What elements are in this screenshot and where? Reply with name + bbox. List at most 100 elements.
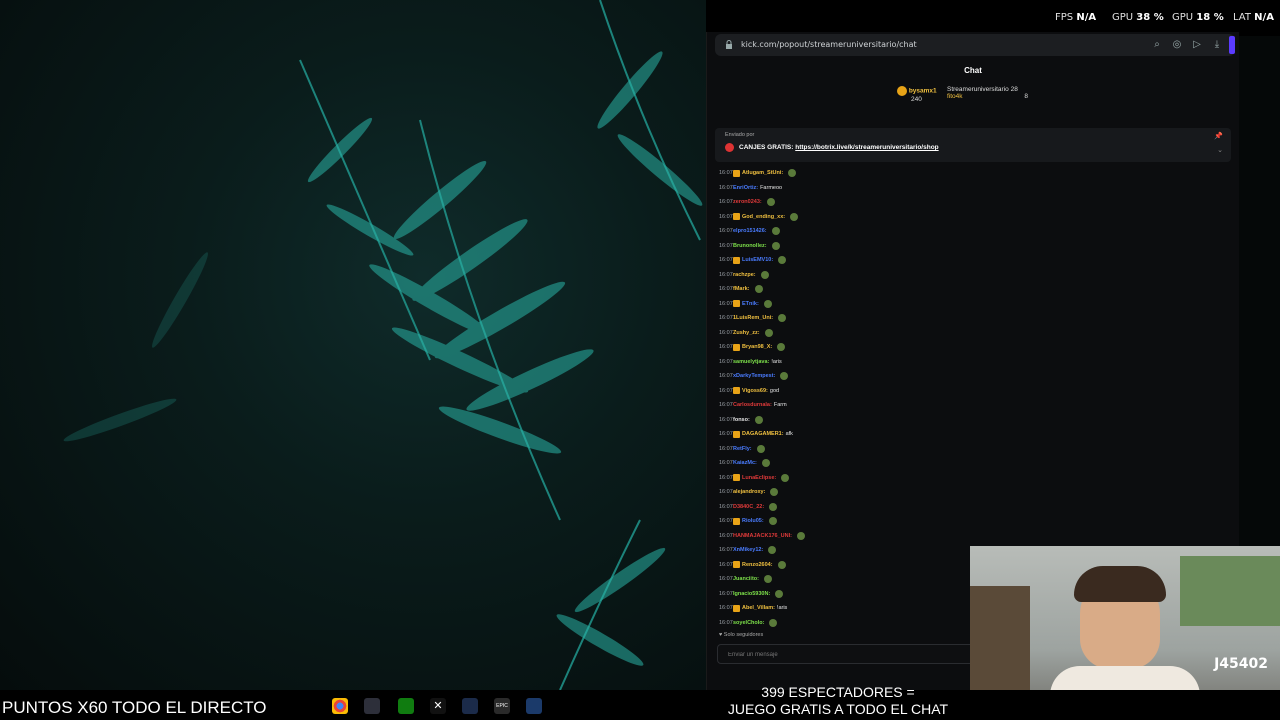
message-username[interactable]: fMark: xyxy=(733,286,750,292)
chevron-down-icon[interactable]: ⌄ xyxy=(1217,146,1223,154)
message-timestamp: 16:07 xyxy=(719,547,733,554)
message-username[interactable]: LunaEclipse: xyxy=(742,475,776,481)
pin-icon[interactable]: 📌 xyxy=(1214,132,1223,140)
message-username[interactable]: Juanciito: xyxy=(733,576,759,582)
message-username[interactable]: DAGAGAMER1: xyxy=(742,431,784,437)
emote-icon xyxy=(763,575,772,584)
message-username[interactable]: KaiazMc: xyxy=(733,460,757,466)
address-bar[interactable]: kick.com/popout/streameruniversitario/ch… xyxy=(715,34,1235,56)
chat-message[interactable]: 16:07 Zushy_zz: xyxy=(719,326,1219,341)
chat-message[interactable]: 16:07 Carlosdurnala: Farm xyxy=(719,398,1219,413)
message-timestamp: 16:07 xyxy=(719,329,733,336)
bookshelf xyxy=(970,586,1030,696)
message-username[interactable]: LuisEMV10: xyxy=(742,257,773,263)
steam-icon[interactable] xyxy=(526,698,542,714)
message-username[interactable]: HANMAJACK176_UNI: xyxy=(733,533,792,539)
message-username[interactable]: Brunonollez: xyxy=(733,243,767,249)
chat-message[interactable]: 16:07 Atlugam_StUni: xyxy=(719,166,1219,181)
message-username[interactable]: Riolu05: xyxy=(742,518,764,524)
message-username[interactable]: EnriOrtiz: xyxy=(733,185,758,191)
desktop-wallpaper xyxy=(0,0,706,690)
message-username[interactable]: fonso: xyxy=(733,417,750,423)
chat-message[interactable]: 16:07 fMark: xyxy=(719,282,1219,297)
pinned-sender: Enviado por xyxy=(725,132,755,138)
chat-message[interactable]: 16:07 HANMAJACK176_UNI: xyxy=(719,529,1219,544)
pinned-message[interactable]: Enviado por CANJES GRATIS: https://botri… xyxy=(715,128,1231,162)
chat-message[interactable]: 16:07 DAGAGAMER1: afk xyxy=(719,427,1219,442)
chat-message[interactable]: 16:07 xDarkyTempest: xyxy=(719,369,1219,384)
chat-message[interactable]: 16:07 1LuisRem_Uni: xyxy=(719,311,1219,326)
emote-icon xyxy=(763,299,772,308)
emote-icon xyxy=(760,270,769,279)
message-username[interactable]: samuelytjava: xyxy=(733,359,769,365)
message-username[interactable]: Ignacio5930N: xyxy=(733,591,770,597)
message-username[interactable]: Atlugam_StUni: xyxy=(742,170,783,176)
subscriber-badge-icon xyxy=(733,169,740,177)
chat-message[interactable]: 16:07 RetFly: xyxy=(719,442,1219,457)
emote-icon xyxy=(780,372,789,381)
message-timestamp: 16:07 xyxy=(719,184,733,191)
message-username[interactable]: rachzpe: xyxy=(733,272,756,278)
chat-message[interactable]: 16:07 rachzpe: xyxy=(719,268,1219,283)
url-text: kick.com/popout/streameruniversitario/ch… xyxy=(741,40,917,49)
chat-message[interactable]: 16:07 LuisEMV10: xyxy=(719,253,1219,268)
chat-message[interactable]: 16:07 Bryan98_X: xyxy=(719,340,1219,355)
chat-message[interactable]: 16:07 ETnik: xyxy=(719,297,1219,312)
window-view xyxy=(1180,556,1280,626)
download-icon[interactable]: ⤓ xyxy=(1211,39,1223,51)
message-username[interactable]: Carlosdurnala: xyxy=(733,402,772,408)
chat-message[interactable]: 16:07 EnriOrtiz: Farmeoo xyxy=(719,181,1219,196)
message-username[interactable]: God_ending_xx: xyxy=(742,214,785,220)
emote-icon xyxy=(778,256,787,265)
message-username[interactable]: ETnik: xyxy=(742,301,759,307)
xbox-icon[interactable] xyxy=(398,698,414,714)
message-username[interactable]: elpro151426: xyxy=(733,228,767,234)
message-username[interactable]: Bryan98_X: xyxy=(742,344,772,350)
message-username[interactable]: alejandroxy: xyxy=(733,489,765,495)
message-username[interactable]: zeron0243: xyxy=(733,199,762,205)
emote-icon xyxy=(778,314,787,323)
message-username[interactable]: Renzo2604: xyxy=(742,562,773,568)
chat-message[interactable]: 16:07 samuelytjava: !aris xyxy=(719,355,1219,370)
message-timestamp: 16:07 xyxy=(719,358,733,365)
message-input[interactable] xyxy=(726,648,970,662)
message-username[interactable]: 1LuisRem_Uni: xyxy=(733,315,773,321)
message-username[interactable]: xDarkyTempest: xyxy=(733,373,775,379)
message-username[interactable]: Vigoss69: xyxy=(742,388,768,394)
shop-link[interactable]: https://botrix.live/k/streameruniversita… xyxy=(795,144,938,151)
message-username[interactable]: soyelCholo: xyxy=(733,620,764,626)
shield-icon[interactable]: ◎ xyxy=(1171,39,1183,51)
extension-icon[interactable] xyxy=(1229,36,1235,54)
message-username[interactable]: RetFly: xyxy=(733,446,752,452)
message-text: !aris xyxy=(771,358,782,365)
send-icon[interactable]: ▷ xyxy=(1191,39,1203,51)
chat-message[interactable]: 16:07 zeron0243: xyxy=(719,195,1219,210)
chat-message[interactable]: 16:07 LunaEclipse: xyxy=(719,471,1219,486)
epic-games-icon[interactable]: EPIC xyxy=(494,698,510,714)
message-username[interactable]: D3840C_22: xyxy=(733,504,764,510)
chat-message[interactable]: 16:07 fonso: xyxy=(719,413,1219,428)
app-window-icon[interactable] xyxy=(364,698,380,714)
message-timestamp: 16:07 xyxy=(719,242,733,249)
chat-message[interactable]: 16:07 God_ending_xx: xyxy=(719,210,1219,225)
search-icon[interactable]: ⌕ xyxy=(1151,39,1163,51)
message-username[interactable]: Abel_Villam: xyxy=(742,605,775,611)
message-timestamp: 16:07 xyxy=(719,619,733,626)
emote-icon xyxy=(771,227,780,236)
chrome-icon[interactable] xyxy=(332,698,348,714)
chat-message[interactable]: 16:07 elpro151426: xyxy=(719,224,1219,239)
chat-message[interactable]: 16:07 alejandroxy: xyxy=(719,485,1219,500)
emote-icon xyxy=(769,618,778,627)
message-username[interactable]: XnMikey12: xyxy=(733,547,763,553)
chat-input-box[interactable] xyxy=(717,644,975,664)
vscode-icon[interactable] xyxy=(462,698,478,714)
chat-title: Chat xyxy=(964,66,982,75)
chat-message[interactable]: 16:07 D3840C_22: xyxy=(719,500,1219,515)
chat-message[interactable]: 16:07 Riolu05: xyxy=(719,514,1219,529)
chat-message[interactable]: 16:07 Vigoss69: god xyxy=(719,384,1219,399)
chat-message[interactable]: 16:07 KaiazMc: xyxy=(719,456,1219,471)
chat-message[interactable]: 16:07 Brunonollez: xyxy=(719,239,1219,254)
message-username[interactable]: Zushy_zz: xyxy=(733,330,760,336)
capcut-icon[interactable]: ✕ xyxy=(430,698,446,714)
subscriber-badge-icon xyxy=(733,517,740,525)
